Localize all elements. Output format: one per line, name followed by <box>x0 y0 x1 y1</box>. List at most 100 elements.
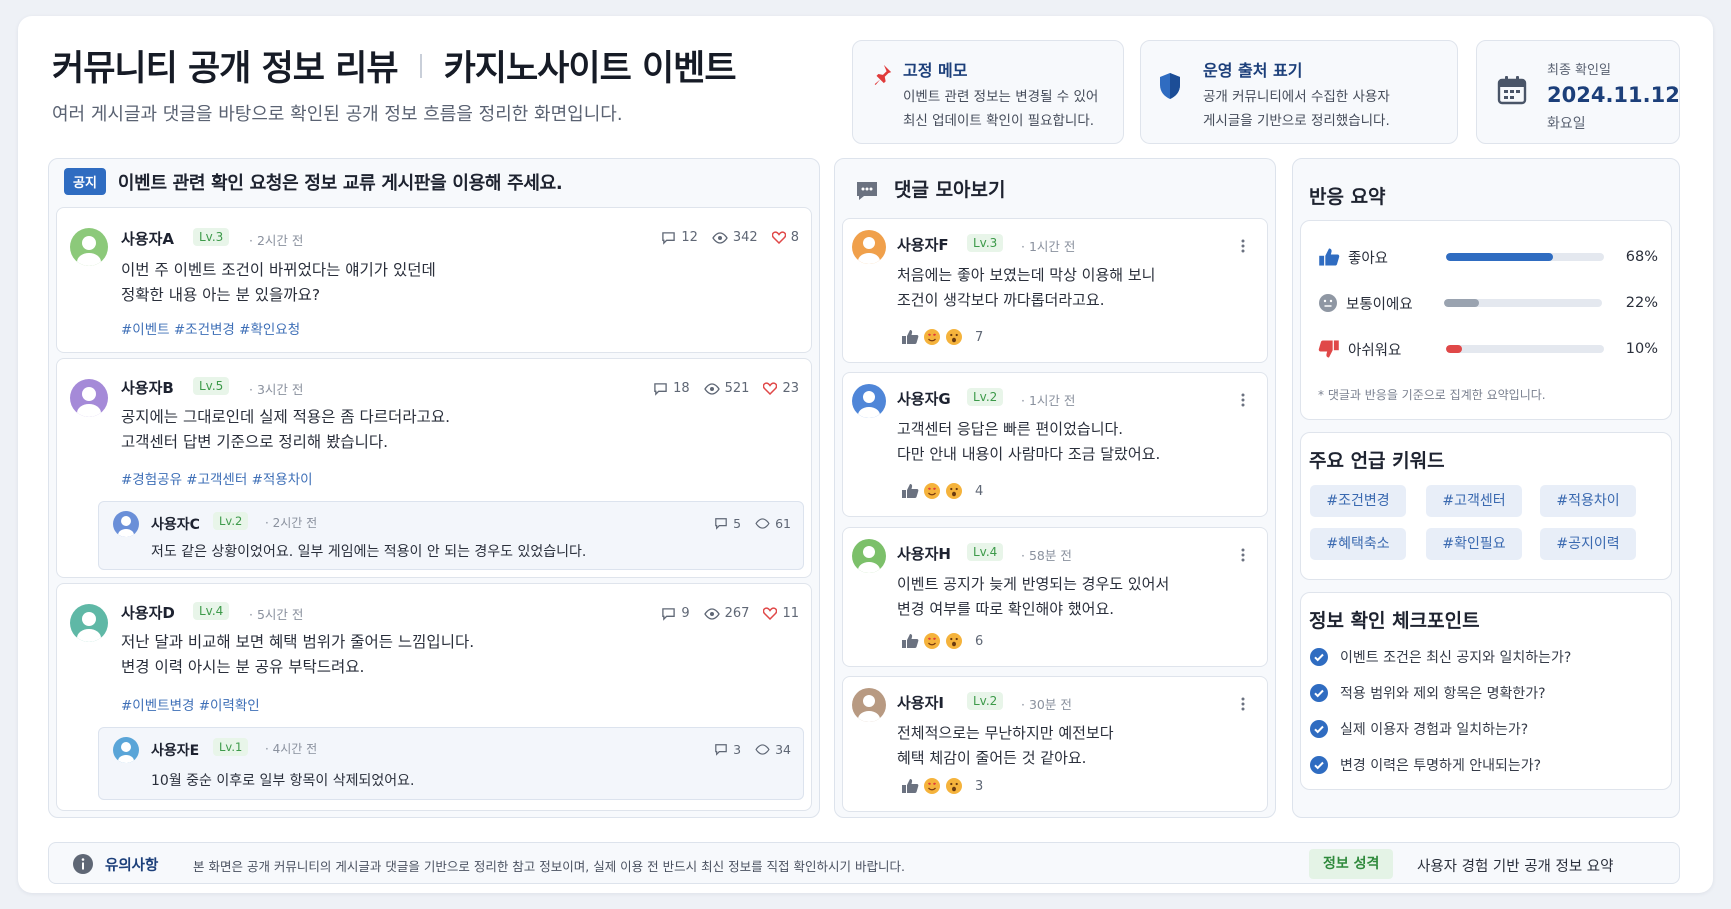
comment-item[interactable]: 사용자I Lv.2 · 30분 전 전체적으로는 무난하지만 예전보다 혜택 체감이 줄… <box>842 676 1268 812</box>
post-item[interactable]: 사용자A Lv.3 · 2시간 전 12 342 8 이번 주 이벤트 조건이 … <box>56 207 812 353</box>
post-author[interactable]: 사용자B <box>121 377 174 398</box>
view-count: 342 <box>712 230 758 245</box>
footer-notice: 유의사항 본 화면은 공개 커뮤니티의 게시글과 댓글을 기반으로 정리한 참고… <box>48 842 1680 884</box>
neutral-face-icon <box>1319 294 1337 312</box>
reaction-label: 보통이에요 <box>1346 296 1413 313</box>
comment-count-value: 18 <box>673 381 690 396</box>
like-count[interactable]: 11 <box>763 606 799 621</box>
source-card: 운영 출처 표기 공개 커뮤니티에서 수집한 사용자 게시글을 기반으로 정리했… <box>1140 40 1458 144</box>
thumbs-up-icon <box>902 779 919 793</box>
more-menu-icon[interactable] <box>1241 239 1245 253</box>
page-subtitle: 여러 게시글과 댓글을 바탕으로 확인된 공개 정보 흐름을 정리한 화면입니다… <box>52 104 623 125</box>
comment-body: 처음에는 좋아 보였는데 막상 이용해 보니 조건이 생각보다 까다롭더라고요. <box>897 263 1155 313</box>
comment-time: · 1시간 전 <box>1021 393 1076 408</box>
level-badge: Lv.2 <box>967 388 1004 406</box>
post-tags[interactable]: #이벤트변경 #이력확인 <box>121 694 260 714</box>
post-author[interactable]: 사용자A <box>121 228 174 249</box>
checkpoint-text: 적용 범위와 제외 항목은 명확한가? <box>1340 686 1546 702</box>
thumbs-up-icon <box>902 634 919 648</box>
keyword-tag[interactable]: #혜택축소 <box>1310 528 1406 560</box>
comment-body: 이벤트 공지가 늦게 반영되는 경우도 있어서 변경 여부를 따로 확인해야 했어… <box>897 572 1169 622</box>
keyword-tag[interactable]: #적용차이 <box>1540 485 1636 517</box>
heart-icon <box>763 607 778 620</box>
last-checked-label: 최종 확인일 <box>1547 63 1611 78</box>
avatar <box>852 230 886 264</box>
comment-body: 전체적으로는 무난하지만 예전보다혜택 체감이 줄어든 것 같아요. <box>897 721 1114 771</box>
comment-author[interactable]: 사용자H <box>897 543 951 564</box>
love-emoji-icon <box>924 483 940 499</box>
keyword-tag[interactable]: #조건변경 <box>1310 485 1406 517</box>
reply-author[interactable]: 사용자C <box>151 514 200 534</box>
comment-count: 9 <box>661 606 690 621</box>
check-circle-icon <box>1310 720 1328 738</box>
reaction-group[interactable]: 7 <box>901 328 983 346</box>
wow-emoji-icon <box>946 633 962 649</box>
comment-count-value: 5 <box>733 516 742 531</box>
memo-body: 이벤트 관련 정보는 변경될 수 있어 최신 업데이트 확인이 필요합니다. <box>903 85 1098 133</box>
comment-icon <box>662 607 676 621</box>
comment-item[interactable]: 사용자G Lv.2 · 1시간 전 고객센터 응답은 빠른 편이었습니다. 다만 안내 … <box>842 372 1268 517</box>
footer-label: 유의사항 <box>105 858 159 874</box>
reaction-group[interactable]: 3 <box>901 777 983 795</box>
post-body: 공지에는 그대로인데 실제 적용은 좀 다르더라고요. 고객센터 답변 기준으로… <box>121 405 450 455</box>
like-count[interactable]: 23 <box>763 381 799 396</box>
calendar-icon <box>1497 75 1527 105</box>
heart-icon <box>763 382 778 395</box>
heart-icon <box>771 231 786 244</box>
reaction-bar-fill <box>1446 253 1554 261</box>
source-body: 공개 커뮤니티에서 수집한 사용자 게시글을 기반으로 정리했습니다. <box>1203 85 1390 133</box>
level-badge: Lv.4 <box>193 602 230 620</box>
info-type-text: 사용자 경험 기반 공개 정보 요약 <box>1417 859 1614 875</box>
keyword-tag[interactable]: #확인필요 <box>1426 528 1522 560</box>
eye-icon <box>703 607 720 620</box>
notice-badge: 공지 <box>64 168 106 195</box>
reaction-summary-title: 반응 요약 <box>1309 186 1386 208</box>
comment-author[interactable]: 사용자I <box>897 692 944 713</box>
like-count[interactable]: 8 <box>771 230 799 245</box>
reply-stats: 5 61 <box>714 516 791 531</box>
reaction-percent: 10% <box>1625 341 1658 357</box>
comment-count-value: 9 <box>681 606 690 621</box>
footer-text: 본 화면은 공개 커뮤니티의 게시글과 댓글을 기반으로 정리한 참고 정보이며… <box>193 859 905 874</box>
reaction-label: 아쉬워요 <box>1348 342 1402 359</box>
avatar <box>852 539 886 573</box>
post-tags[interactable]: #이벤트 #조건변경 #확인요청 <box>121 318 300 338</box>
notice-bar[interactable]: 공지 이벤트 관련 확인 요청은 정보 교류 게시판을 이용해 주세요. <box>64 168 563 195</box>
reply-item[interactable]: 사용자C Lv.2 · 2시간 전 5 61 저도 같은 상황이었어요. 일부 … <box>98 501 804 570</box>
comment-line: 전체적으로는 무난하지만 예전보다 <box>897 724 1114 742</box>
avatar <box>852 384 886 418</box>
comment-icon <box>654 382 667 396</box>
check-circle-icon <box>1310 756 1328 774</box>
avatar <box>113 737 139 763</box>
reaction-count: 6 <box>975 633 984 649</box>
source-line: 게시글을 기반으로 정리했습니다. <box>1203 113 1390 129</box>
reaction-group[interactable]: 6 <box>901 632 983 650</box>
keyword-tag[interactable]: #공지이력 <box>1540 528 1636 560</box>
post-body: 저난 달과 비교해 보면 혜택 범위가 줄어든 느낌입니다. 변경 이력 아시는… <box>121 630 474 680</box>
like-count-value: 23 <box>782 381 799 396</box>
comment-count: 18 <box>653 381 690 396</box>
reply-author[interactable]: 사용자E <box>151 740 199 760</box>
post-author[interactable]: 사용자D <box>121 602 175 623</box>
comment-item[interactable]: 사용자H Lv.4 · 58분 전 이벤트 공지가 늦게 반영되는 경우도 있어서 변경… <box>842 527 1268 667</box>
thumbs-up-icon <box>902 484 919 498</box>
level-badge: Lv.4 <box>967 543 1004 561</box>
more-menu-icon[interactable] <box>1241 393 1245 407</box>
reaction-label: 좋아요 <box>1348 250 1389 267</box>
comment-line: 조건이 생각보다 까다롭더라고요. <box>897 291 1105 309</box>
reply-item[interactable]: 사용자E Lv.1 · 4시간 전 3 34 10월 중순 이후로 일부 항목이… <box>98 727 804 800</box>
reaction-note: * 댓글과 반응을 기준으로 집계한 요약입니다. <box>1318 388 1546 402</box>
comment-item[interactable]: 사용자F Lv.3 · 1시간 전 처음에는 좋아 보였는데 막상 이용해 보니 조건이… <box>842 218 1268 363</box>
comment-author[interactable]: 사용자F <box>897 234 949 255</box>
reaction-bar-track <box>1446 345 1604 353</box>
reply-stats: 3 34 <box>714 742 791 757</box>
comment-author[interactable]: 사용자G <box>897 388 951 409</box>
wow-emoji-icon <box>946 778 962 794</box>
post-tags[interactable]: #경험공유 #고객센터 #적용차이 <box>121 468 313 488</box>
checkpoint-text: 이벤트 조건은 최신 공지와 일치하는가? <box>1340 650 1572 666</box>
more-menu-icon[interactable] <box>1241 697 1245 711</box>
reaction-group[interactable]: 4 <box>901 482 983 500</box>
comment-line: 혜택 체감이 줄어든 것 같아요. <box>897 749 1087 767</box>
keyword-tag[interactable]: #고객센터 <box>1426 485 1522 517</box>
more-menu-icon[interactable] <box>1241 548 1245 562</box>
